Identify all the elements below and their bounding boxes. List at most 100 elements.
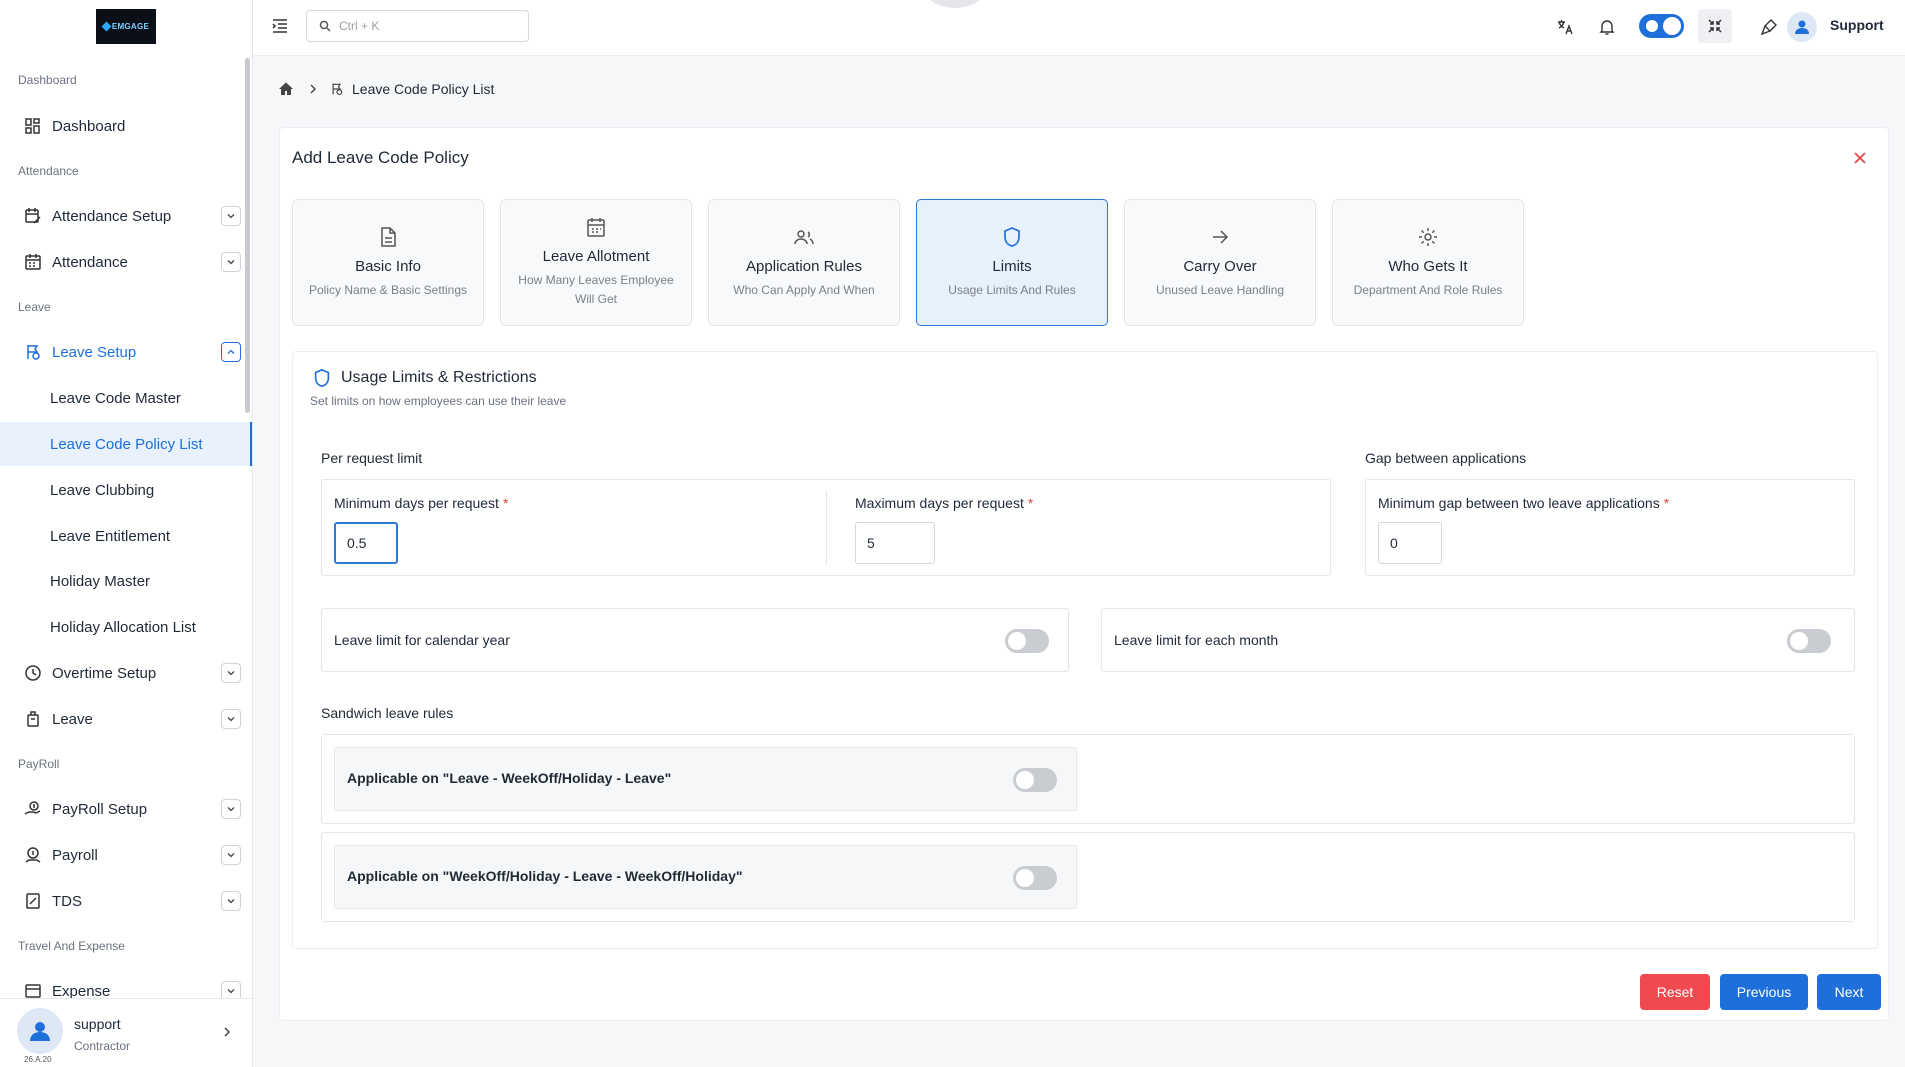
step-title: Application Rules bbox=[746, 257, 862, 275]
each-month-toggle[interactable] bbox=[1787, 629, 1831, 653]
step-application-rules[interactable]: Application Rules Who Can Apply And When bbox=[708, 199, 900, 326]
step-description: Unused Leave Handling bbox=[1155, 282, 1285, 297]
sidebar-item-attendance-setup[interactable]: Attendance Setup bbox=[0, 194, 252, 238]
section-label-travel: Travel And Expense bbox=[18, 939, 125, 953]
chevron-down-icon[interactable] bbox=[221, 799, 241, 819]
each-month-label: Leave limit for each month bbox=[1114, 632, 1279, 648]
calendar-icon bbox=[587, 218, 605, 237]
sidebar-item-leave-clubbing[interactable]: Leave Clubbing bbox=[0, 468, 252, 512]
step-description: Policy Name & Basic Settings bbox=[308, 282, 468, 297]
min-gap-input[interactable] bbox=[1378, 522, 1442, 564]
step-title: Carry Over bbox=[1183, 257, 1257, 275]
sidebar-item-leave[interactable]: Leave bbox=[0, 697, 252, 741]
gear-icon bbox=[1419, 227, 1437, 246]
sidebar-item-holiday-master[interactable]: Holiday Master bbox=[0, 559, 252, 603]
calendar-year-toggle[interactable] bbox=[1005, 629, 1049, 653]
receipt-percent-icon bbox=[26, 893, 40, 909]
page-title: Add Leave Code Policy bbox=[292, 148, 469, 167]
sandwich-rule2-toggle[interactable] bbox=[1013, 866, 1057, 890]
document-icon bbox=[381, 226, 396, 247]
sidebar-item-overtime-setup[interactable]: Overtime Setup bbox=[0, 651, 252, 695]
theme-toggle[interactable] bbox=[1639, 14, 1684, 38]
sidebar-item-leave-code-policy-list[interactable]: Leave Code Policy List bbox=[0, 422, 252, 466]
required-mark: * bbox=[502, 495, 509, 511]
sidebar-user-panel[interactable]: support Contractor 26.A.20 bbox=[0, 998, 252, 1067]
next-button[interactable]: Next bbox=[1817, 974, 1881, 1010]
translate-icon[interactable] bbox=[1553, 15, 1577, 39]
step-basic-info[interactable]: Basic Info Policy Name & Basic Settings bbox=[292, 199, 484, 326]
chevron-down-icon[interactable] bbox=[221, 252, 241, 272]
sidebar-item-attendance[interactable]: Attendance bbox=[0, 240, 252, 284]
fullscreen-button[interactable] bbox=[1698, 9, 1732, 43]
sidebar-item-label: PayRoll Setup bbox=[52, 800, 148, 818]
step-carry-over[interactable]: Carry Over Unused Leave Handling bbox=[1124, 199, 1316, 326]
section-label-leave: Leave bbox=[18, 300, 51, 314]
coin-hand-icon bbox=[25, 847, 41, 863]
app-version: 26.A.20 bbox=[24, 1055, 52, 1064]
chevron-right-icon bbox=[310, 84, 316, 94]
sun-icon bbox=[1646, 20, 1658, 32]
chevron-down-icon[interactable] bbox=[221, 891, 241, 911]
step-description: Who Can Apply And When bbox=[733, 282, 875, 297]
company-logo[interactable]: EMGAGE bbox=[96, 9, 156, 44]
chevron-down-icon[interactable] bbox=[221, 709, 241, 729]
sandwich-rule1-row: Applicable on "Leave - WeekOff/Holiday -… bbox=[334, 747, 1077, 811]
chevron-down-icon[interactable] bbox=[221, 206, 241, 226]
search-input[interactable] bbox=[339, 19, 519, 33]
step-who-gets-it[interactable]: Who Gets It Department And Role Rules bbox=[1332, 199, 1524, 326]
add-policy-card: Add Leave Code Policy Basic Info Policy … bbox=[279, 127, 1889, 1021]
user-icon bbox=[1795, 20, 1809, 34]
sandwich-rule1-label: Applicable on "Leave - WeekOff/Holiday -… bbox=[347, 770, 672, 786]
home-icon[interactable] bbox=[278, 81, 294, 97]
sidebar-item-leave-code-master[interactable]: Leave Code Master bbox=[0, 376, 252, 420]
calendar-year-label: Leave limit for calendar year bbox=[334, 632, 510, 648]
avatar[interactable] bbox=[1787, 12, 1817, 42]
chevron-down-icon[interactable] bbox=[221, 663, 241, 683]
step-title: Who Gets It bbox=[1388, 257, 1468, 275]
gap-label: Gap between applications bbox=[1365, 450, 1527, 466]
step-title: Basic Info bbox=[355, 257, 421, 275]
sidebar-item-payroll[interactable]: Payroll bbox=[0, 833, 252, 877]
search-box[interactable] bbox=[306, 10, 529, 42]
brush-icon[interactable] bbox=[1757, 15, 1781, 39]
sandwich-label: Sandwich leave rules bbox=[321, 705, 454, 721]
sidebar-item-holiday-allocation-list[interactable]: Holiday Allocation List bbox=[0, 605, 252, 649]
chevron-down-icon[interactable] bbox=[221, 845, 241, 865]
min-days-input[interactable] bbox=[334, 522, 398, 564]
sidebar-item-dashboard[interactable]: Dashboard bbox=[0, 104, 252, 148]
step-leave-allotment[interactable]: Leave Allotment How Many Leaves Employee… bbox=[500, 199, 692, 326]
step-limits[interactable]: Limits Usage Limits And Rules bbox=[916, 199, 1108, 326]
topbar-user-name[interactable]: Support bbox=[1830, 17, 1884, 33]
section-label-dashboard: Dashboard bbox=[18, 73, 77, 87]
sandwich-rule2-label: Applicable on "WeekOff/Holiday - Leave -… bbox=[347, 868, 743, 884]
step-title: Limits bbox=[992, 257, 1032, 275]
menu-toggle-icon[interactable] bbox=[271, 17, 289, 35]
sidebar-item-label: Payroll bbox=[52, 846, 98, 864]
chevron-right-icon[interactable] bbox=[220, 1025, 234, 1039]
step-title: Leave Allotment bbox=[542, 248, 650, 265]
bell-icon[interactable] bbox=[1595, 15, 1619, 39]
reset-button[interactable]: Reset bbox=[1640, 974, 1710, 1010]
sidebar-item-tds[interactable]: TDS bbox=[0, 879, 252, 923]
max-days-input[interactable] bbox=[855, 522, 935, 564]
previous-button[interactable]: Previous bbox=[1720, 974, 1808, 1010]
sidebar-item-label: TDS bbox=[52, 892, 82, 910]
each-month-row: Leave limit for each month bbox=[1101, 608, 1855, 672]
sidebar-item-leave-setup[interactable]: Leave Setup bbox=[0, 330, 252, 374]
sidebar-item-payroll-setup[interactable]: PayRoll Setup bbox=[0, 787, 252, 831]
topbar: Support bbox=[253, 0, 1905, 56]
sandwich-rule1-toggle[interactable] bbox=[1013, 768, 1057, 792]
chevron-up-icon[interactable] bbox=[221, 342, 241, 362]
step-description: How Many Leaves Employee Will Get bbox=[518, 273, 674, 306]
sidebar-item-label: Dashboard bbox=[52, 117, 126, 135]
min-gap-label: Minimum gap between two leave applicatio… bbox=[1378, 495, 1670, 511]
gap-box: Minimum gap between two leave applicatio… bbox=[1365, 479, 1855, 576]
sidebar-item-leave-entitlement[interactable]: Leave Entitlement bbox=[0, 514, 252, 558]
section-label-payroll: PayRoll bbox=[18, 757, 60, 771]
min-days-label: Minimum days per request * bbox=[334, 495, 509, 511]
calendar-year-row: Leave limit for calendar year bbox=[321, 608, 1069, 672]
sidebar-item-label: Expense bbox=[52, 982, 111, 1000]
per-request-label: Per request limit bbox=[321, 450, 423, 466]
close-icon[interactable] bbox=[1850, 148, 1870, 168]
grid-icon bbox=[25, 118, 40, 134]
